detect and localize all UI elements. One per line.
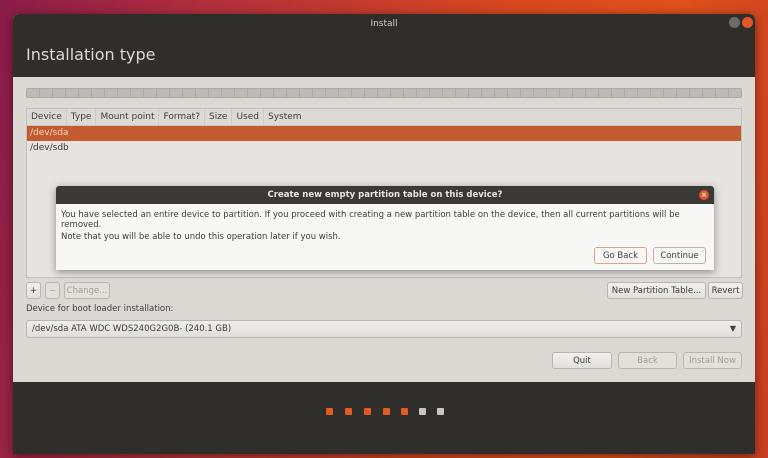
close-icon[interactable] <box>742 17 753 28</box>
column-header[interactable]: Device <box>27 109 67 125</box>
column-header[interactable]: Format? <box>159 109 205 125</box>
title-bar: Install Installation type <box>13 14 755 77</box>
progress-footer <box>13 382 755 454</box>
progress-dot <box>364 408 371 415</box>
minimize-icon[interactable] <box>729 17 740 28</box>
partition-bar <box>26 88 742 98</box>
bootloader-select[interactable]: /dev/sda ATA WDC WDS240G2G0B- (240.1 GB)… <box>26 320 742 338</box>
progress-dot <box>326 408 333 415</box>
confirm-dialog: Create new empty partition table on this… <box>56 186 714 270</box>
dialog-title-bar: Create new empty partition table on this… <box>56 186 714 204</box>
column-header[interactable]: Size <box>205 109 233 125</box>
add-partition-button[interactable]: + <box>26 282 41 299</box>
remove-partition-button[interactable]: − <box>45 282 60 299</box>
bootloader-label: Device for boot loader installation: <box>26 304 174 314</box>
bootloader-value: /dev/sda ATA WDC WDS240G2G0B- (240.1 GB) <box>32 324 232 334</box>
progress-dot <box>383 408 390 415</box>
dialog-note: Note that you will be able to undo this … <box>61 232 341 242</box>
installer-window: Install Installation type Device Type Mo… <box>13 14 755 454</box>
dialog-close-icon[interactable]: × <box>699 190 709 200</box>
new-partition-table-button[interactable]: New Partition Table... <box>607 282 706 299</box>
column-header[interactable]: System <box>264 109 306 125</box>
back-button[interactable]: Back <box>618 352 677 369</box>
column-header[interactable]: Type <box>67 109 97 125</box>
column-header[interactable]: Mount point <box>96 109 160 125</box>
progress-dot <box>437 408 444 415</box>
progress-dot <box>419 408 426 415</box>
dropdown-arrow-icon: ▼ <box>729 324 736 333</box>
table-header: Device Type Mount point Format? Size Use… <box>27 109 741 126</box>
column-header[interactable]: Used <box>232 109 264 125</box>
progress-dot <box>345 408 352 415</box>
quit-button[interactable]: Quit <box>552 352 612 369</box>
dialog-title: Create new empty partition table on this… <box>267 190 503 200</box>
change-button[interactable]: Change... <box>64 282 110 299</box>
revert-button[interactable]: Revert <box>708 282 743 299</box>
page-title: Installation type <box>26 45 156 64</box>
table-row[interactable]: /dev/sdb <box>27 141 741 156</box>
progress-dot <box>401 408 408 415</box>
install-now-button[interactable]: Install Now <box>683 352 742 369</box>
go-back-button[interactable]: Go Back <box>594 247 647 264</box>
table-row[interactable]: /dev/sda <box>27 126 741 141</box>
window-title: Install <box>370 19 398 29</box>
dialog-message: You have selected an entire device to pa… <box>61 210 680 230</box>
continue-button[interactable]: Continue <box>653 247 706 264</box>
